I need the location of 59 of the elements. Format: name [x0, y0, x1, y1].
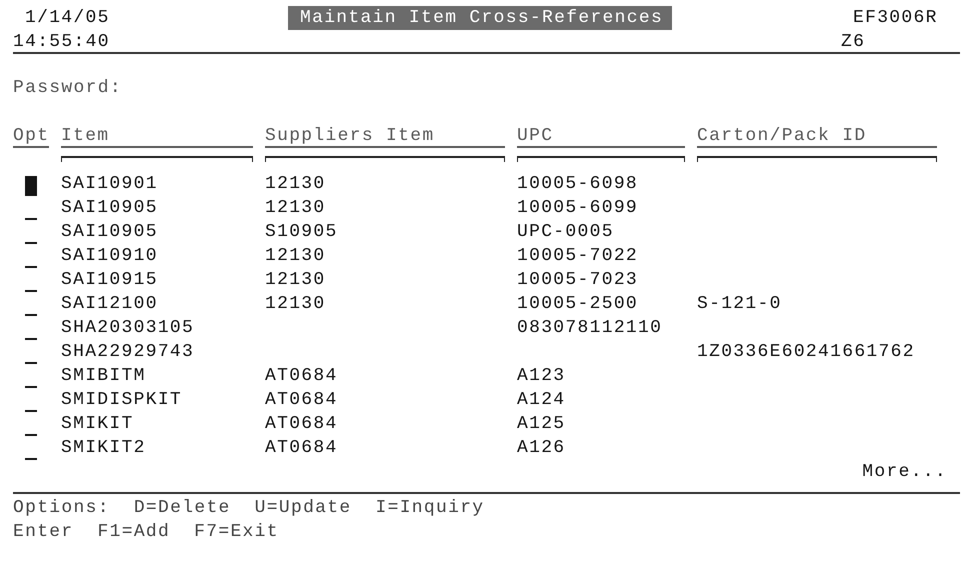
table-cell: S-121-0: [697, 294, 782, 314]
option-legend: D=Delete: [134, 496, 231, 520]
column-header: Carton/Pack ID: [697, 126, 937, 148]
table-cell: SAI10915: [61, 270, 158, 290]
table-cell: SAI12100: [61, 294, 158, 314]
table-cell: SMIBITM: [61, 366, 146, 386]
table-cell: 12130: [265, 174, 326, 194]
table-cell: SAI10905: [61, 198, 158, 218]
table-cell: 10005-7023: [517, 270, 638, 290]
password-label: Password:: [13, 77, 122, 100]
table-cell: 10005-7022: [517, 246, 638, 266]
table-cell: SAI10910: [61, 246, 158, 266]
table-cell: 12130: [265, 270, 326, 290]
table-cell: 1Z0336E60241661762: [697, 342, 915, 362]
table-cell: SAI10901: [61, 174, 158, 194]
column-header: Suppliers Item: [265, 126, 505, 148]
table-cell: 10005-2500: [517, 294, 638, 314]
table-cell: 12130: [265, 198, 326, 218]
table-cell: A125: [517, 414, 566, 434]
filter-field[interactable]: [517, 156, 685, 162]
filter-field[interactable]: [61, 156, 253, 162]
table-cell: SMIDISPKIT: [61, 390, 182, 410]
screen-title: Maintain Item Cross-References: [288, 6, 672, 30]
program-id: EF3006R: [853, 7, 938, 30]
column-header: Opt: [13, 126, 50, 148]
table-cell: AT0684: [265, 414, 338, 434]
table-cell: S10905: [265, 222, 338, 242]
table-cell: SHA22929743: [61, 342, 194, 362]
table-cell: 083078112110: [517, 318, 662, 338]
table-cell: SMIKIT: [61, 414, 134, 434]
time-text: 14:55:40: [13, 31, 111, 52]
table-cell: AT0684: [265, 390, 338, 410]
system-id: Z6: [841, 31, 866, 52]
date-text: 1/14/05: [25, 7, 111, 30]
table-cell: A126: [517, 438, 566, 458]
enter-key-label: Enter: [13, 521, 74, 544]
table-cell: SAI10905: [61, 222, 158, 242]
table-cell: 10005-6099: [517, 198, 638, 218]
option-legend: U=Update: [254, 496, 352, 520]
table-cell: A124: [517, 390, 566, 410]
option-legend: I=Inquiry: [375, 496, 484, 520]
function-key-legend[interactable]: F1=Add: [98, 520, 170, 544]
table-cell: SHA20303105: [61, 318, 194, 338]
table-cell: AT0684: [265, 366, 338, 386]
table-cell: 10005-6098: [517, 174, 638, 194]
filter-field[interactable]: [697, 156, 937, 162]
table-cell: 12130: [265, 294, 326, 314]
more-indicator: More...: [862, 461, 947, 484]
column-header: Item: [61, 126, 253, 148]
option-field-cursor[interactable]: [25, 176, 37, 196]
function-key-legend[interactable]: F7=Exit: [194, 520, 279, 544]
table-cell: UPC-0005: [517, 222, 614, 242]
table-cell: 12130: [265, 246, 326, 266]
table-cell: A123: [517, 366, 566, 386]
table-cell: AT0684: [265, 438, 338, 458]
options-label: Options:: [13, 497, 110, 520]
filter-field[interactable]: [265, 156, 505, 162]
table-cell: SMIKIT2: [61, 438, 146, 458]
column-header: UPC: [517, 126, 685, 148]
